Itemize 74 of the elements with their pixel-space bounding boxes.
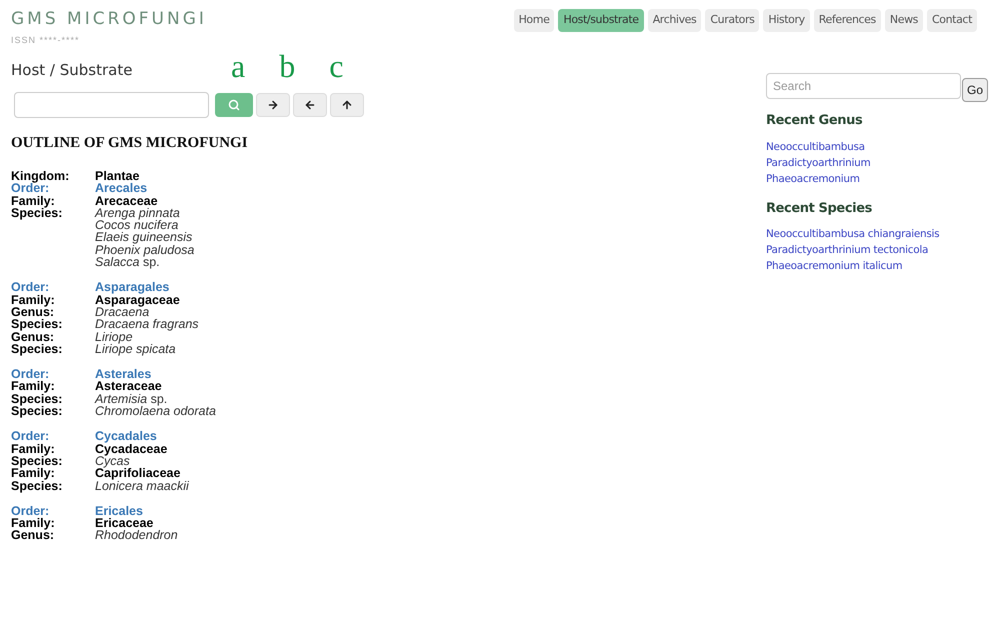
row-label: Family:: [11, 194, 55, 208]
row-label: Order:: [11, 429, 50, 444]
taxon-name: Liriope spicata: [95, 342, 176, 356]
taxon-name: Salacca sp.: [95, 256, 160, 268]
go-button[interactable]: Go: [962, 78, 988, 102]
annotation-letter: a: [231, 50, 246, 82]
nav-tab[interactable]: Curators: [705, 9, 760, 32]
taxon-name: Arenga pinnata: [95, 206, 180, 220]
taxon-link[interactable]: Paradictyoarthrinium: [766, 154, 989, 170]
taxon-name: Elaeis guineensis: [95, 231, 192, 244]
taxon-link[interactable]: Phaeoacremonium italicum: [766, 258, 989, 274]
annotation-letter: b: [279, 50, 296, 82]
annotation-letter: c: [329, 50, 344, 82]
taxon-name: Lonicera maackii: [95, 480, 189, 492]
nav-tab[interactable]: References: [814, 9, 881, 32]
sidebar-search-field[interactable]: Search: [766, 73, 961, 99]
nav-tab[interactable]: Host/substrate: [558, 9, 644, 32]
nav-tab[interactable]: Archives: [648, 9, 702, 32]
taxon-name[interactable]: Asterales: [95, 368, 152, 380]
taxon-name: Asteraceae: [95, 380, 162, 393]
arrow-right-icon: [267, 98, 279, 110]
taxon-name: Cycadaceae: [95, 442, 168, 455]
search-icon: [228, 98, 240, 110]
row-label: Order:: [11, 367, 50, 382]
arrow-up-icon: [341, 98, 353, 110]
taxon-link[interactable]: Paradictyoarthrinium tectonicola: [766, 242, 989, 258]
row-label: Family:: [11, 379, 55, 394]
taxon-name: Caprifoliaceae: [95, 467, 180, 480]
row-label: Species:: [11, 392, 62, 406]
taxon-name: Chromolaena odorata: [95, 405, 216, 418]
taxon-name: Dracaena fragrans: [95, 318, 199, 331]
taxon-link[interactable]: Neooccultibambusa chiangraiensis: [766, 226, 989, 242]
taxon-name: Liriope: [95, 330, 133, 343]
nav-button[interactable]: [293, 92, 327, 116]
taxon-link[interactable]: Neooccultibambusa: [766, 138, 989, 154]
taxon-name: Cocos nucifera: [95, 219, 178, 232]
taxon-name: Rhododendron: [95, 529, 178, 542]
taxon-name[interactable]: Ericales: [95, 504, 143, 518]
issn-text: ISSN ****-****: [11, 34, 81, 47]
section-heading: Recent Species: [766, 200, 873, 218]
taxon-name: Cycas: [95, 454, 130, 468]
nav-tab[interactable]: History: [763, 9, 810, 32]
outline-heading: OUTLINE OF GMS MICROFUNGI: [10, 134, 249, 152]
search-field[interactable]: [14, 92, 209, 118]
row-label: Family:: [11, 516, 55, 530]
taxon-name: Plantae: [95, 170, 140, 182]
taxon-name[interactable]: Asparagales: [95, 281, 170, 294]
taxon-name[interactable]: Cycadales: [95, 430, 157, 443]
row-label: Species:: [11, 317, 62, 332]
nav-button[interactable]: [256, 92, 290, 116]
row-label: Species:: [11, 342, 62, 356]
row-label: Family:: [11, 442, 55, 456]
page-title: Host / Substrate: [11, 60, 134, 81]
taxon-name: Arecaceae: [95, 194, 158, 207]
arrow-left-icon: [304, 98, 316, 110]
row-label: Order:: [11, 504, 50, 518]
taxon-name[interactable]: Arecales: [95, 182, 148, 195]
site-title[interactable]: GMS MICROFUNGI: [11, 11, 207, 28]
row-label: Order:: [11, 280, 50, 294]
taxon-name: Dracaena: [95, 306, 150, 318]
row-label: Species:: [11, 478, 62, 493]
nav-tab[interactable]: Home: [514, 9, 554, 32]
taxon-name: Phoenix paludosa: [95, 244, 194, 256]
nav-button[interactable]: [330, 92, 364, 116]
row-label: Genus:: [11, 330, 54, 344]
taxon-link[interactable]: Phaeoacremonium: [766, 170, 989, 186]
section-heading: Recent Genus: [766, 112, 864, 130]
row-label: Kingdom:: [11, 169, 70, 183]
taxon-name: Asparagaceae: [95, 294, 180, 306]
taxon-name: Ericaceae: [95, 517, 154, 530]
row-label: Family:: [11, 292, 55, 307]
nav-tab[interactable]: News: [884, 9, 923, 32]
nav-tab[interactable]: Contact: [927, 9, 977, 32]
taxon-name: Artemisia sp.: [95, 392, 168, 406]
